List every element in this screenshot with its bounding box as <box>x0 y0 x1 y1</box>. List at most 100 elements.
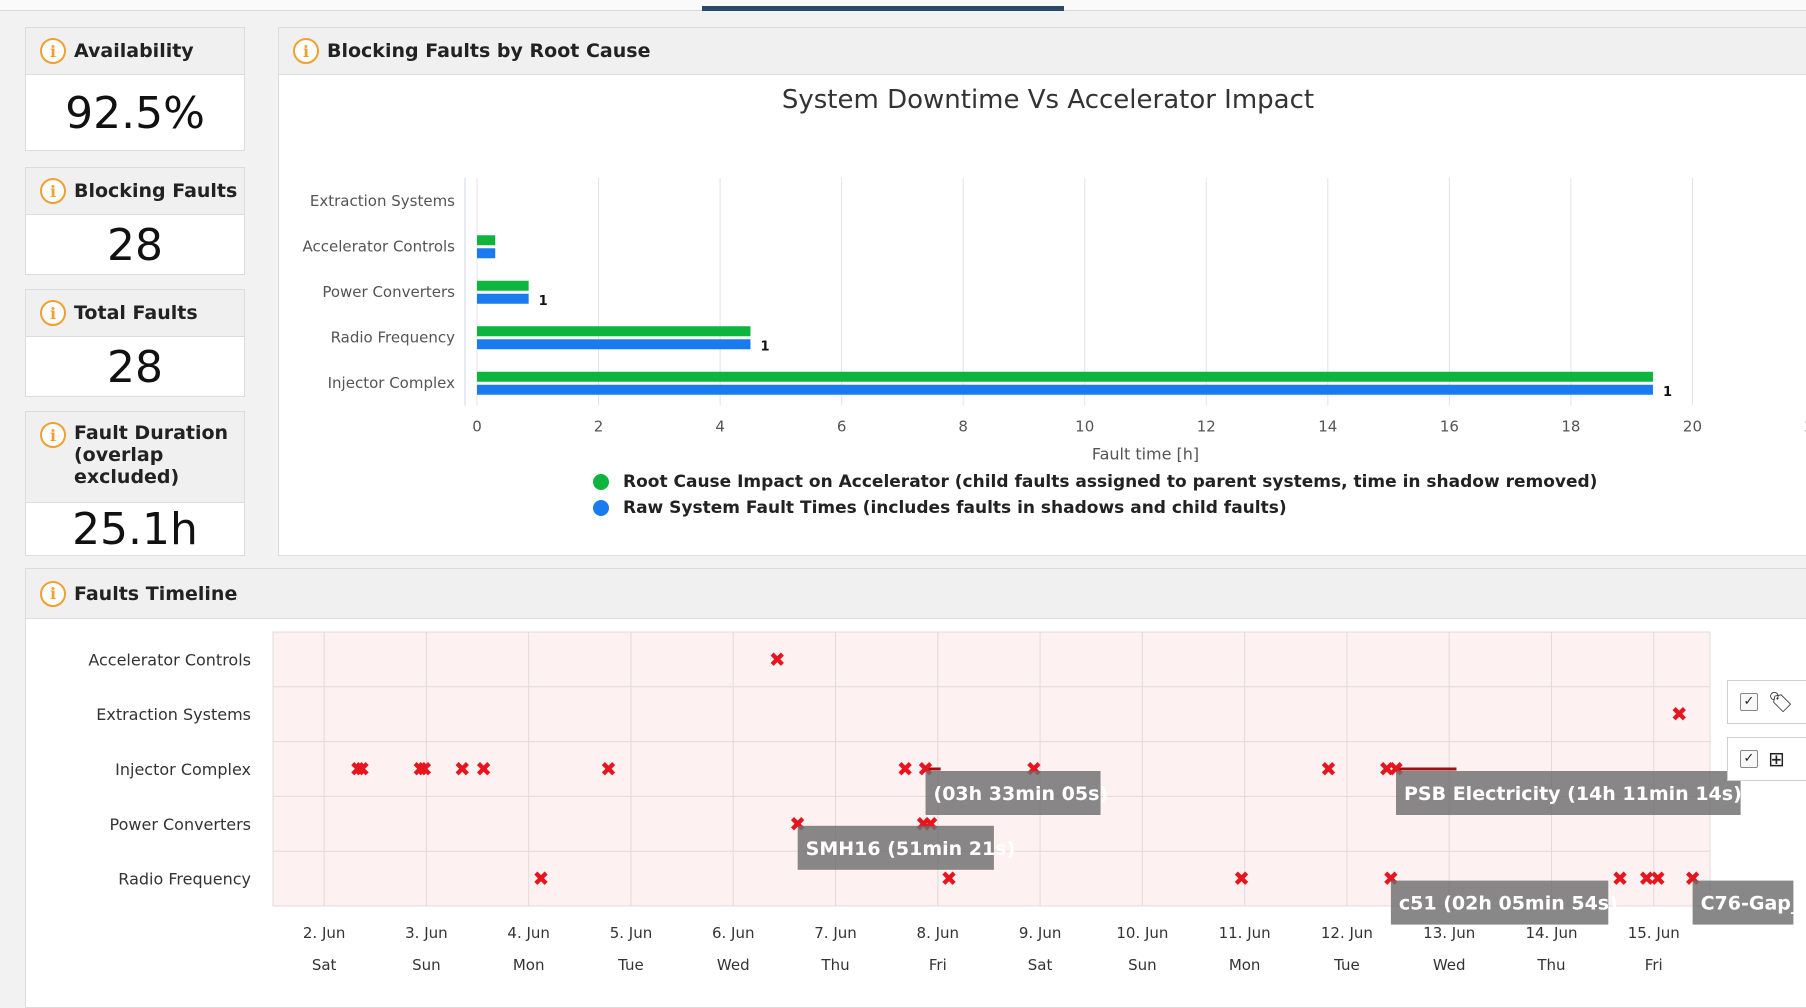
fault-marker: ✖ <box>454 757 471 781</box>
info-icon[interactable]: i <box>40 580 66 607</box>
x-tick-label: 14 <box>1318 418 1337 436</box>
date-tick-label: 7. Jun <box>814 924 857 942</box>
blocking-faults-value: 28 <box>107 220 163 271</box>
fault-marker: ✖ <box>1233 867 1250 891</box>
row-label: Radio Frequency <box>118 870 251 889</box>
annotation-text: C76-Gap_ <box>1701 893 1801 915</box>
weekday-tick-label: Wed <box>717 956 750 974</box>
fault-marker: ✖ <box>1320 757 1337 781</box>
tags-icon: 🏷 <box>1768 690 1794 714</box>
weekday-tick-label: Sat <box>312 956 337 974</box>
weekday-tick-label: Fri <box>1645 956 1663 974</box>
weekday-tick-label: Mon <box>1229 956 1261 974</box>
legend-item-root-cause[interactable]: Root Cause Impact on Accelerator (child … <box>593 472 1597 492</box>
date-tick-label: 3. Jun <box>405 924 448 942</box>
info-icon[interactable]: i <box>293 38 319 64</box>
bar <box>477 339 751 350</box>
x-tick-label: 18 <box>1561 418 1580 436</box>
blocking-faults-card: i Blocking Faults 28 <box>25 167 245 275</box>
total-faults-label: Total Faults <box>74 302 198 324</box>
date-tick-label: 2. Jun <box>303 924 346 942</box>
row-label: Injector Complex <box>115 760 251 779</box>
category-label: Injector Complex <box>328 374 455 392</box>
category-label: Extraction Systems <box>310 192 455 210</box>
fault-annotation[interactable]: SMH16 (51min 21s) <box>797 825 1016 870</box>
fault-marker: ✖ <box>897 757 914 781</box>
fault-annotation[interactable]: C76-Gap_ <box>1692 880 1801 925</box>
weekday-tick-label: Fri <box>929 956 947 974</box>
date-tick-label: 15. Jun <box>1628 924 1680 942</box>
legend-dot-green <box>593 474 609 490</box>
chart-title: System Downtime Vs Accelerator Impact <box>781 85 1315 115</box>
info-icon[interactable]: i <box>40 422 66 448</box>
category-label: Power Converters <box>322 283 455 301</box>
category-label: Accelerator Controls <box>302 237 455 255</box>
legend-dot-blue <box>593 500 609 516</box>
total-faults-value: 28 <box>107 342 163 393</box>
fault-annotation[interactable]: (03h 33min 05s) <box>925 771 1109 815</box>
date-tick-label: 6. Jun <box>712 924 755 942</box>
annotation-text: (03h 33min 05s) <box>934 783 1109 805</box>
fault-marker: ✖ <box>600 757 617 781</box>
date-tick-label: 14. Jun <box>1525 924 1577 942</box>
checkbox-labels[interactable]: ✓ <box>1740 693 1758 711</box>
root-cause-title: Blocking Faults by Root Cause <box>327 40 651 62</box>
annotation-text: SMH16 (51min 21s) <box>806 838 1016 860</box>
active-tab-indicator[interactable] <box>702 6 1064 11</box>
info-icon[interactable]: i <box>40 38 66 64</box>
annotation-text: c51 (02h 05min 54s) <box>1399 893 1618 915</box>
toggle-labels-control[interactable]: ✓ 🏷 <box>1727 680 1806 724</box>
bar <box>477 280 529 291</box>
x-tick-label: 10 <box>1075 418 1094 436</box>
fault-marker: ✖ <box>769 647 786 671</box>
date-tick-label: 13. Jun <box>1423 924 1475 942</box>
bar <box>477 371 1653 382</box>
legend-label-raw: Raw System Fault Times (includes faults … <box>623 498 1287 518</box>
fault-duration-label: Fault Duration (overlap excluded) <box>74 422 229 488</box>
row-label: Accelerator Controls <box>88 650 251 669</box>
info-icon[interactable]: i <box>40 300 66 326</box>
toggle-hierarchy-control[interactable]: ✓ ⊞ <box>1727 737 1806 781</box>
row-label: Extraction Systems <box>96 705 251 724</box>
weekday-tick-label: Sun <box>1128 956 1157 974</box>
fault-duration-value: 25.1h <box>72 504 198 555</box>
blocking-faults-label: Blocking Faults <box>74 180 238 202</box>
availability-card: i Availability 92.5% <box>25 27 245 151</box>
date-tick-label: 11. Jun <box>1219 924 1271 942</box>
sitemap-icon: ⊞ <box>1768 747 1785 771</box>
fault-annotation[interactable]: PSB Electricity (14h 11min 14s) <box>1396 771 1742 815</box>
fault-annotation[interactable]: c51 (02h 05min 54s) <box>1390 880 1618 925</box>
timeline-chart: Accelerator Controls Extraction Systems In… <box>88 631 1801 974</box>
total-faults-card: i Total Faults 28 <box>25 289 245 397</box>
bar <box>477 293 529 304</box>
data-label: 1 <box>760 339 769 354</box>
weekday-tick-label: Tue <box>1333 956 1360 974</box>
blocking-faults-header: i Blocking Faults <box>26 168 244 215</box>
x-axis-label: Fault time [h] <box>1092 445 1199 464</box>
weekday-tick-label: Thu <box>820 956 849 974</box>
data-label: 1 <box>1663 385 1672 400</box>
annotation-text: PSB Electricity (14h 11min 14s) <box>1404 783 1742 805</box>
availability-label: Availability <box>74 40 194 62</box>
x-tick-label: 12 <box>1197 418 1216 436</box>
bar <box>477 248 496 259</box>
bar <box>477 384 1653 395</box>
root-cause-header: i Blocking Faults by Root Cause <box>279 28 1806 75</box>
fault-marker: ✖ <box>475 757 492 781</box>
x-tick-label: 16 <box>1440 418 1459 436</box>
bar <box>477 235 496 246</box>
row-label: Power Converters <box>110 815 251 834</box>
date-tick-label: 9. Jun <box>1019 924 1062 942</box>
x-tick-label: 0 <box>472 418 482 436</box>
fault-marker: ✖ <box>354 757 371 781</box>
legend-item-raw[interactable]: Raw System Fault Times (includes faults … <box>593 498 1287 518</box>
category-label: Radio Frequency <box>331 328 456 346</box>
date-tick-label: 4. Jun <box>507 924 550 942</box>
date-tick-label: 12. Jun <box>1321 924 1373 942</box>
fault-marker: ✖ <box>1671 702 1688 726</box>
checkbox-hierarchy[interactable]: ✓ <box>1740 750 1758 768</box>
timeline-header: i Faults Timeline <box>26 569 1806 619</box>
info-icon[interactable]: i <box>40 178 66 204</box>
x-tick-label: 2 <box>594 418 604 436</box>
availability-value: 92.5% <box>65 88 205 139</box>
